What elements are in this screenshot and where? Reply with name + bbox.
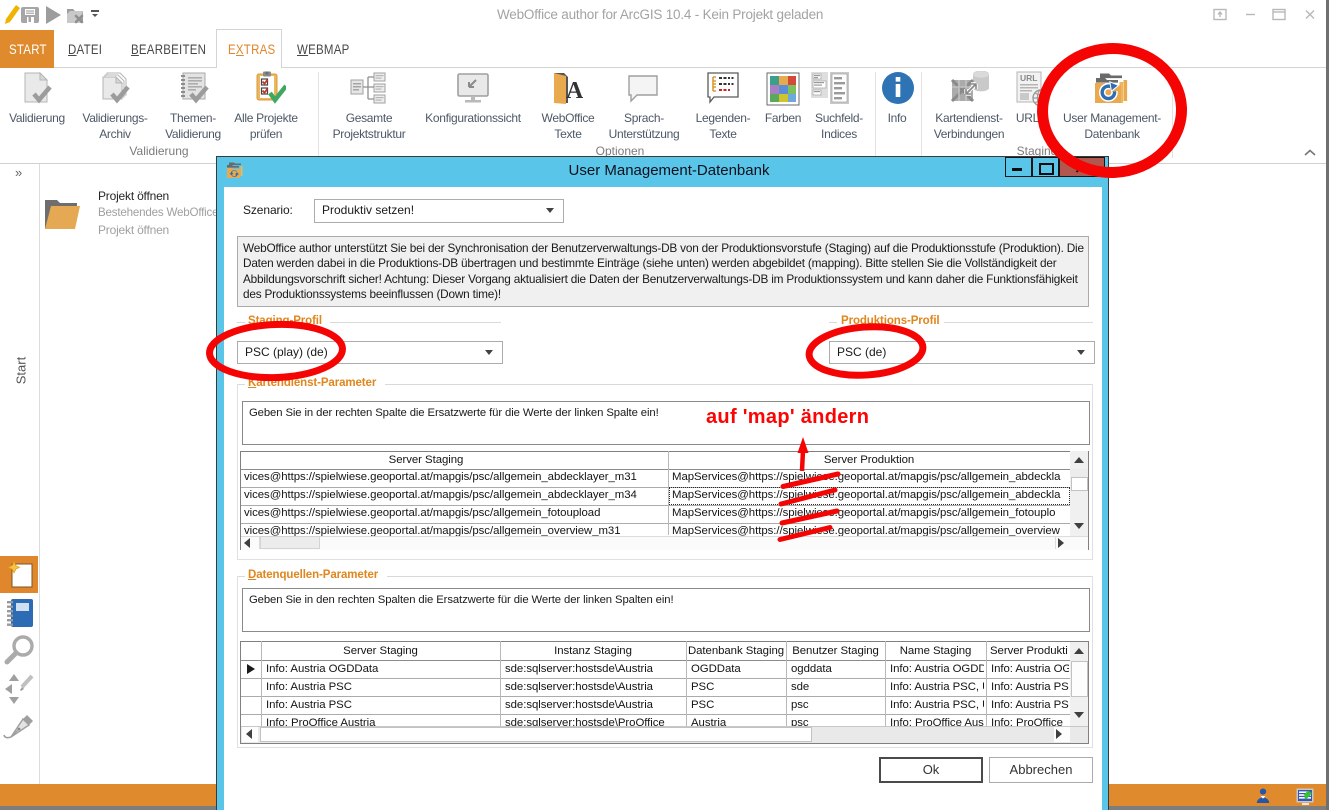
svg-text:A: A	[566, 78, 583, 104]
svg-text:URL: URL	[1020, 73, 1037, 83]
